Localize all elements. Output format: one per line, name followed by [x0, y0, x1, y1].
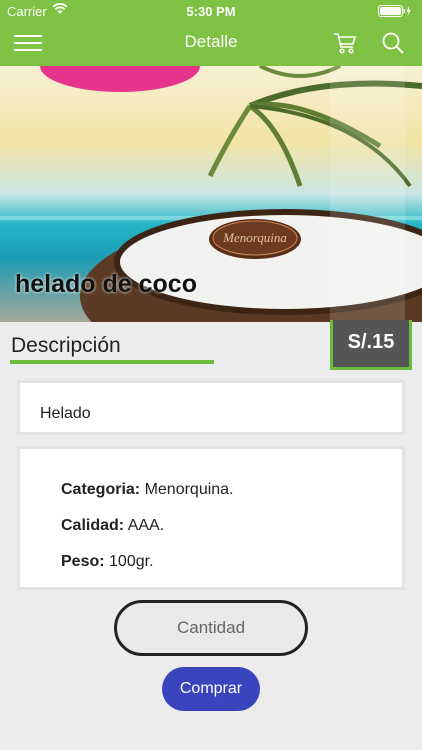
detail-row-quality: Calidad: AAA.: [61, 517, 164, 535]
nav-bar: Detalle: [0, 22, 422, 66]
search-icon[interactable]: [380, 30, 406, 56]
description-heading: Descripción: [11, 334, 121, 357]
detail-label: Categoria:: [61, 481, 141, 498]
page-title: Detalle: [184, 32, 238, 51]
details-card: Categoria: Menorquina. Calidad: AAA. Pes…: [17, 446, 405, 590]
status-bar: Carrier 5:30 PM: [0, 0, 422, 22]
product-hero-image: Menorquina helado de coco: [0, 66, 422, 322]
price-badge: S/.15: [330, 320, 412, 370]
detail-label: Calidad:: [61, 517, 125, 534]
brand-medallion-text: Menorquina: [222, 230, 287, 245]
cart-icon[interactable]: [332, 30, 358, 56]
detail-row-weight: Peso: 100gr.: [61, 553, 154, 571]
top-bar: Carrier 5:30 PM Detalle: [0, 0, 422, 66]
heading-underline: [10, 360, 214, 364]
detail-value: AAA.: [127, 517, 165, 534]
detail-value: 100gr.: [109, 553, 154, 570]
buy-button[interactable]: Comprar: [162, 667, 260, 711]
product-name: helado de coco: [15, 270, 197, 298]
battery-icon: [378, 5, 411, 17]
detail-label: Peso:: [61, 553, 105, 570]
description-card: Helado: [17, 380, 405, 435]
status-time: 5:30 PM: [186, 4, 236, 19]
detail-value: Menorquina.: [144, 481, 234, 498]
description-text: Helado: [40, 405, 91, 422]
detail-row-category: Categoria: Menorquina.: [61, 481, 234, 499]
quantity-input[interactable]: Cantidad: [114, 600, 308, 656]
